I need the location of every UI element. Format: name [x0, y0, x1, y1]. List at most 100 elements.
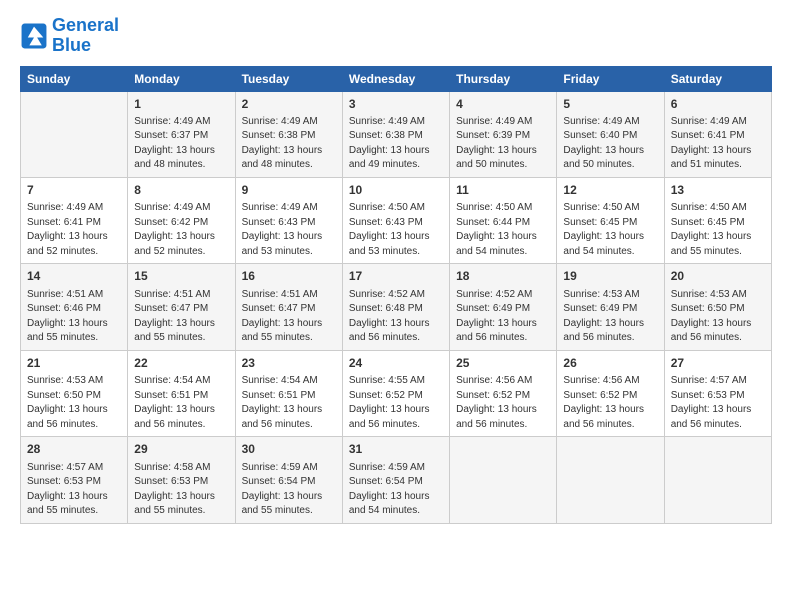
col-header-friday: Friday	[557, 66, 664, 91]
day-number: 26	[563, 355, 657, 372]
day-content: Sunrise: 4:49 AMSunset: 6:41 PMDaylight:…	[671, 115, 765, 173]
calendar-cell: 24Sunrise: 4:55 AMSunset: 6:52 PMDayligh…	[342, 350, 449, 436]
day-content: Sunrise: 4:52 AMSunset: 6:48 PMDaylight:…	[349, 288, 443, 346]
day-number: 30	[242, 441, 336, 458]
day-content: Sunrise: 4:51 AMSunset: 6:47 PMDaylight:…	[134, 288, 228, 346]
day-number: 29	[134, 441, 228, 458]
calendar-cell: 10 Sunrise: 4:50 AMSunset: 6:43 PMDayligh…	[342, 177, 449, 263]
calendar-cell	[664, 437, 771, 523]
day-number: 23	[242, 355, 336, 372]
day-number: 21	[27, 355, 121, 372]
logo-icon	[20, 22, 48, 50]
calendar-cell: 14 Sunrise: 4:51 AMSunset: 6:46 PMDayligh…	[21, 264, 128, 350]
day-content: Sunrise: 4:50 AMSunset: 6:44 PMDaylight:…	[456, 201, 550, 259]
day-content: Sunrise: 4:54 AMSunset: 6:51 PMDaylight:…	[242, 374, 336, 432]
day-number: 4	[456, 96, 550, 113]
day-content: Sunrise: 4:50 AMSunset: 6:45 PMDaylight:…	[671, 201, 765, 259]
day-content: Sunrise: 4:51 AMSunset: 6:47 PMDaylight:…	[242, 288, 336, 346]
calendar-row-3: 21 Sunrise: 4:53 AMSunset: 6:50 PMDayligh…	[21, 350, 772, 436]
col-header-sunday: Sunday	[21, 66, 128, 91]
day-number: 14	[27, 268, 121, 285]
day-content: Sunrise: 4:51 AMSunset: 6:46 PMDaylight:…	[27, 288, 121, 346]
day-number: 18	[456, 268, 550, 285]
col-header-tuesday: Tuesday	[235, 66, 342, 91]
calendar-cell: 21 Sunrise: 4:53 AMSunset: 6:50 PMDayligh…	[21, 350, 128, 436]
calendar-cell: 18 Sunrise: 4:52 AMSunset: 6:49 PMDayligh…	[450, 264, 557, 350]
calendar-cell: 7 Sunrise: 4:49 AMSunset: 6:41 PMDaylight…	[21, 177, 128, 263]
day-number: 27	[671, 355, 765, 372]
calendar-cell: 17 Sunrise: 4:52 AMSunset: 6:48 PMDayligh…	[342, 264, 449, 350]
calendar-cell: 30 Sunrise: 4:59 AMSunset: 6:54 PMDayligh…	[235, 437, 342, 523]
day-content: Sunrise: 4:49 AMSunset: 6:38 PMDaylight:…	[349, 115, 443, 173]
col-header-thursday: Thursday	[450, 66, 557, 91]
day-content: Sunrise: 4:50 AMSunset: 6:45 PMDaylight:…	[563, 201, 657, 259]
day-number: 5	[563, 96, 657, 113]
logo: General Blue	[20, 16, 119, 56]
day-content: Sunrise: 4:49 AMSunset: 6:39 PMDaylight:…	[456, 115, 550, 173]
header-row: SundayMondayTuesdayWednesdayThursdayFrid…	[21, 66, 772, 91]
day-number: 28	[27, 441, 121, 458]
day-number: 1	[134, 96, 228, 113]
day-content: Sunrise: 4:56 AMSunset: 6:52 PMDaylight:…	[563, 374, 657, 432]
day-content: Sunrise: 4:53 AMSunset: 6:50 PMDaylight:…	[671, 288, 765, 346]
day-content: Sunrise: 4:59 AMSunset: 6:54 PMDaylight:…	[349, 461, 443, 519]
calendar-cell: 28Sunrise: 4:57 AMSunset: 6:53 PMDayligh…	[21, 437, 128, 523]
day-number: 12	[563, 182, 657, 199]
calendar-cell: 3Sunrise: 4:49 AMSunset: 6:38 PMDaylight…	[342, 91, 449, 177]
day-content: Sunrise: 4:54 AMSunset: 6:51 PMDaylight:…	[134, 374, 228, 432]
day-number: 25	[456, 355, 550, 372]
day-content: Sunrise: 4:49 AMSunset: 6:42 PMDaylight:…	[134, 201, 228, 259]
calendar-cell: 25 Sunrise: 4:56 AMSunset: 6:52 PMDayligh…	[450, 350, 557, 436]
calendar-row-1: 7 Sunrise: 4:49 AMSunset: 6:41 PMDaylight…	[21, 177, 772, 263]
calendar-cell: 19Sunrise: 4:53 AMSunset: 6:49 PMDayligh…	[557, 264, 664, 350]
day-content: Sunrise: 4:49 AMSunset: 6:40 PMDaylight:…	[563, 115, 657, 173]
calendar-cell: 13 Sunrise: 4:50 AMSunset: 6:45 PMDayligh…	[664, 177, 771, 263]
calendar-cell: 26 Sunrise: 4:56 AMSunset: 6:52 PMDayligh…	[557, 350, 664, 436]
calendar-cell: 4 Sunrise: 4:49 AMSunset: 6:39 PMDaylight…	[450, 91, 557, 177]
calendar-cell: 27Sunrise: 4:57 AMSunset: 6:53 PMDayligh…	[664, 350, 771, 436]
calendar-cell: 31 Sunrise: 4:59 AMSunset: 6:54 PMDayligh…	[342, 437, 449, 523]
calendar-cell: 15Sunrise: 4:51 AMSunset: 6:47 PMDayligh…	[128, 264, 235, 350]
day-number: 10	[349, 182, 443, 199]
day-content: Sunrise: 4:56 AMSunset: 6:52 PMDaylight:…	[456, 374, 550, 432]
day-number: 24	[349, 355, 443, 372]
calendar-row-0: 1Sunrise: 4:49 AMSunset: 6:37 PMDaylight…	[21, 91, 772, 177]
calendar-cell	[557, 437, 664, 523]
calendar-cell: 12 Sunrise: 4:50 AMSunset: 6:45 PMDayligh…	[557, 177, 664, 263]
day-number: 11	[456, 182, 550, 199]
day-content: Sunrise: 4:49 AMSunset: 6:38 PMDaylight:…	[242, 115, 336, 173]
calendar-cell: 20 Sunrise: 4:53 AMSunset: 6:50 PMDayligh…	[664, 264, 771, 350]
day-number: 13	[671, 182, 765, 199]
calendar-cell: 29 Sunrise: 4:58 AMSunset: 6:53 PMDayligh…	[128, 437, 235, 523]
day-number: 16	[242, 268, 336, 285]
day-content: Sunrise: 4:59 AMSunset: 6:54 PMDaylight:…	[242, 461, 336, 519]
day-content: Sunrise: 4:58 AMSunset: 6:53 PMDaylight:…	[134, 461, 228, 519]
day-content: Sunrise: 4:49 AMSunset: 6:43 PMDaylight:…	[242, 201, 336, 259]
day-number: 17	[349, 268, 443, 285]
calendar-cell: 6 Sunrise: 4:49 AMSunset: 6:41 PMDaylight…	[664, 91, 771, 177]
header: General Blue	[20, 16, 772, 56]
day-number: 19	[563, 268, 657, 285]
day-content: Sunrise: 4:53 AMSunset: 6:50 PMDaylight:…	[27, 374, 121, 432]
col-header-monday: Monday	[128, 66, 235, 91]
calendar-cell	[21, 91, 128, 177]
day-content: Sunrise: 4:49 AMSunset: 6:41 PMDaylight:…	[27, 201, 121, 259]
col-header-wednesday: Wednesday	[342, 66, 449, 91]
logo-text: General Blue	[52, 16, 119, 56]
calendar-row-4: 28Sunrise: 4:57 AMSunset: 6:53 PMDayligh…	[21, 437, 772, 523]
calendar-cell	[450, 437, 557, 523]
calendar-cell: 22 Sunrise: 4:54 AMSunset: 6:51 PMDayligh…	[128, 350, 235, 436]
day-number: 20	[671, 268, 765, 285]
day-number: 9	[242, 182, 336, 199]
calendar-cell: 16 Sunrise: 4:51 AMSunset: 6:47 PMDayligh…	[235, 264, 342, 350]
calendar-cell: 1Sunrise: 4:49 AMSunset: 6:37 PMDaylight…	[128, 91, 235, 177]
calendar-cell: 8Sunrise: 4:49 AMSunset: 6:42 PMDaylight…	[128, 177, 235, 263]
day-number: 31	[349, 441, 443, 458]
col-header-saturday: Saturday	[664, 66, 771, 91]
day-number: 22	[134, 355, 228, 372]
day-number: 2	[242, 96, 336, 113]
day-number: 6	[671, 96, 765, 113]
day-content: Sunrise: 4:52 AMSunset: 6:49 PMDaylight:…	[456, 288, 550, 346]
day-number: 7	[27, 182, 121, 199]
day-content: Sunrise: 4:50 AMSunset: 6:43 PMDaylight:…	[349, 201, 443, 259]
